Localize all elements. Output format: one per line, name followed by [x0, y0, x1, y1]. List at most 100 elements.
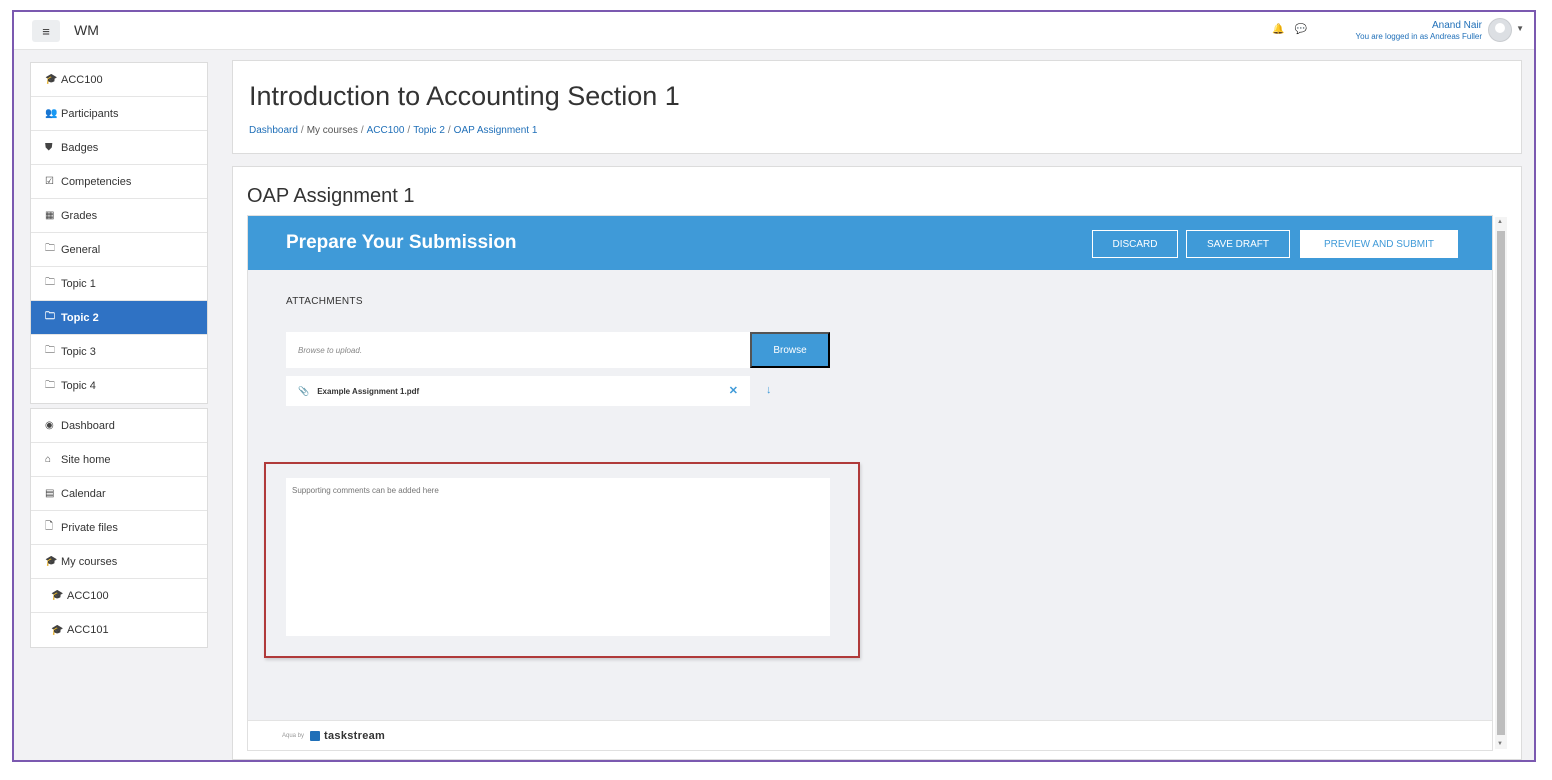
- breadcrumb-separator: /: [360, 125, 364, 136]
- checkbox-icon: ☑: [45, 176, 54, 187]
- graduation-cap-icon: 🎓: [51, 590, 64, 601]
- preview-and-submit-button[interactable]: PREVIEW AND SUBMIT: [1300, 230, 1458, 258]
- sidebar-item-label: Private files: [61, 521, 118, 534]
- sidebar-item-calendar[interactable]: ▤ Calendar: [31, 477, 207, 511]
- breadcrumb-separator: /: [300, 125, 304, 136]
- sidebar-item-label: Site home: [61, 453, 111, 466]
- footer-by-text: Aqua by: [282, 732, 305, 739]
- sidebar-item-site-home[interactable]: ⌂ Site home: [31, 443, 207, 477]
- graduation-cap-icon: 🎓: [45, 556, 58, 567]
- breadcrumb-item[interactable]: ACC100: [367, 125, 405, 136]
- user-name[interactable]: Anand Nair: [1356, 20, 1482, 31]
- calendar-icon: ▤: [45, 488, 55, 499]
- avatar[interactable]: [1488, 18, 1512, 42]
- sidebar-item-label: Calendar: [61, 487, 106, 500]
- page-title: Introduction to Accounting Section 1: [249, 81, 680, 111]
- sidebar-item-label: Grades: [61, 209, 98, 222]
- site-brand[interactable]: WM: [74, 22, 99, 38]
- taskstream-logo-icon: [310, 730, 321, 741]
- submission-title: Prepare Your Submission: [286, 232, 517, 253]
- breadcrumb-separator: /: [447, 125, 451, 136]
- sidebar-item-label: ACC100: [67, 589, 109, 602]
- user-menu[interactable]: Anand Nair You are logged in as Andreas …: [1356, 20, 1482, 42]
- sidebar-group: ◉ Dashboard ⌂ Site home ▤ Calendar 🗋 Private fi…: [30, 408, 208, 648]
- download-icon[interactable]: ↓: [766, 384, 772, 396]
- sidebar-item-topic-1[interactable]: 🗀 Topic 1: [31, 267, 207, 301]
- sidebar-item-badges[interactable]: ⛊ Badges: [31, 131, 207, 165]
- folder-icon: 🗀: [45, 277, 55, 288]
- attachment-file-name[interactable]: Example Assignment 1.pdf: [317, 387, 419, 396]
- main-content: OAP Assignment 1 Prepare Your Submission…: [232, 166, 1522, 760]
- sidebar-item-topic-2[interactable]: 🗀 Topic 2: [31, 301, 207, 335]
- sidebar-item-topic-4[interactable]: 🗀 Topic 4: [31, 369, 207, 403]
- sidebar-item-label: Topic 3: [61, 345, 96, 358]
- submission-footer: Aqua by taskstream: [248, 720, 1492, 750]
- discard-button[interactable]: DISCARD: [1092, 230, 1178, 258]
- assignment-title: OAP Assignment 1: [247, 185, 415, 207]
- chat-bubble-icon[interactable]: 💬: [1294, 24, 1306, 35]
- scrollbar-thumb[interactable]: [1497, 231, 1505, 735]
- shield-icon: ⛊: [45, 142, 53, 153]
- breadcrumb-item[interactable]: OAP Assignment 1: [454, 125, 538, 136]
- browse-button[interactable]: Browse: [750, 332, 830, 368]
- sidebar-item-private-files[interactable]: 🗋 Private files: [31, 511, 207, 545]
- sidebar-item-label: Participants: [61, 107, 119, 120]
- scroll-up-icon[interactable]: ▲: [1497, 219, 1503, 225]
- paperclip-icon: 📎: [298, 385, 310, 396]
- sidebar-item-acc100[interactable]: 🎓 ACC100: [31, 579, 207, 613]
- top-navbar: ≡ WM 🔔 💬 Anand Nair You are logged in as…: [14, 12, 1534, 50]
- logged-in-as-text: You are logged in as Andreas Fuller: [1355, 32, 1482, 41]
- sidebar-item-label: My courses: [61, 555, 118, 568]
- save-draft-button[interactable]: SAVE DRAFT: [1186, 230, 1290, 258]
- sidebar-item-my-courses[interactable]: 🎓 My courses: [31, 545, 207, 579]
- sidebar-item-acc100[interactable]: 🎓 ACC100: [31, 63, 207, 97]
- upload-input[interactable]: Browse to upload.: [286, 332, 750, 368]
- sidebar-item-grades[interactable]: ▦ Grades: [31, 199, 207, 233]
- graduation-cap-icon: 🎓: [51, 624, 64, 636]
- scrollbar[interactable]: ▲ ▼: [1495, 217, 1507, 749]
- graduation-cap-icon: 🎓: [45, 74, 58, 85]
- sidebar-item-acc101[interactable]: 🎓 ACC101: [31, 613, 207, 647]
- scroll-down-icon[interactable]: ▼: [1497, 741, 1503, 747]
- sidebar-item-label: Topic 1: [61, 277, 96, 290]
- sidebar-item-label: Dashboard: [61, 419, 115, 432]
- breadcrumb-item: My courses: [306, 125, 358, 136]
- remove-icon[interactable]: ✕: [729, 384, 738, 397]
- breadcrumb-item[interactable]: Dashboard: [249, 125, 298, 136]
- sidebar-item-label: Topic 4: [61, 380, 96, 392]
- bell-icon[interactable]: 🔔: [1272, 24, 1284, 35]
- breadcrumb-separator: /: [407, 125, 411, 136]
- page-header: Introduction to Accounting Section 1 Das…: [232, 60, 1522, 154]
- nav-icons: 🔔 💬: [1272, 24, 1307, 35]
- submission-header: Prepare Your Submission DISCARD SAVE DRA…: [248, 216, 1492, 270]
- sidebar-item-competencies[interactable]: ☑ Competencies: [31, 165, 207, 199]
- sidebar-item-label: Topic 2: [61, 311, 99, 324]
- attachment-item: 📎 Example Assignment 1.pdf ✕: [286, 376, 750, 406]
- sidebar-item-label: ACC100: [61, 73, 103, 86]
- sidebar-item-label: General: [61, 243, 101, 256]
- users-icon: 👥: [45, 108, 58, 119]
- app-frame: ≡ WM 🔔 💬 Anand Nair You are logged in as…: [12, 10, 1536, 762]
- sidebar-item-participants[interactable]: 👥 Participants: [31, 97, 207, 131]
- comments-textarea[interactable]: [286, 478, 830, 636]
- file-icon: 🗋: [45, 521, 54, 532]
- attachments-label: ATTACHMENTS: [286, 296, 363, 307]
- dashboard-icon: ◉: [45, 420, 54, 431]
- chevron-down-icon[interactable]: ▼: [1516, 24, 1524, 33]
- table-icon: ▦: [45, 210, 55, 221]
- breadcrumb: Dashboard / My courses / ACC100/Topic 2/OAP …: [249, 125, 537, 136]
- sidebar-item-label: ACC101: [67, 624, 109, 636]
- folder-icon: 🗀: [45, 311, 55, 322]
- breadcrumb-item[interactable]: Topic 2: [413, 125, 445, 136]
- sidebar-item-general[interactable]: 🗀 General: [31, 233, 207, 267]
- sidebar-item-label: Badges: [61, 141, 99, 154]
- folder-icon: 🗀: [45, 379, 55, 391]
- sidebar-item-topic-3[interactable]: 🗀 Topic 3: [31, 335, 207, 369]
- hamburger-icon[interactable]: ≡: [32, 20, 60, 42]
- sidebar-group: 🎓 ACC100 👥 Participants ⛊ Badges ☑ Competencies…: [30, 62, 208, 404]
- folder-icon: 🗀: [45, 243, 55, 254]
- sidebar: 🎓 ACC100 👥 Participants ⛊ Badges ☑ Competencies…: [30, 62, 208, 652]
- sidebar-item-label: Competencies: [61, 175, 132, 188]
- sidebar-item-dashboard[interactable]: ◉ Dashboard: [31, 409, 207, 443]
- folder-icon: 🗀: [45, 345, 55, 356]
